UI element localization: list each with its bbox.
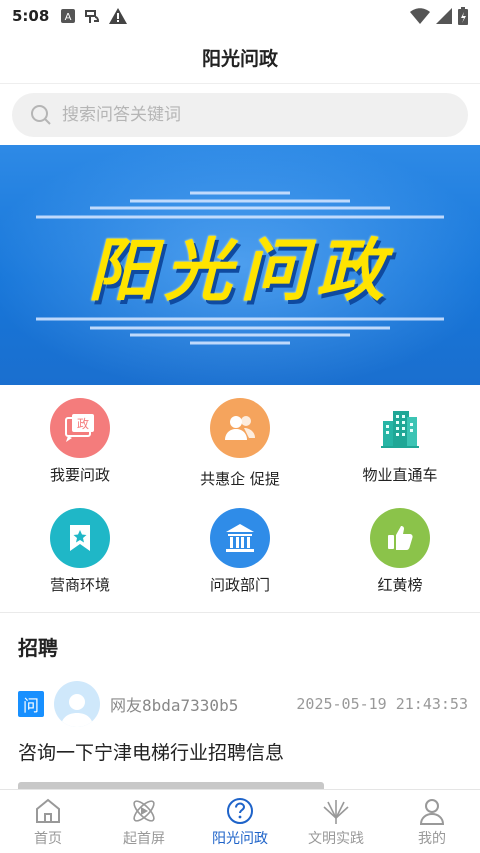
- grid-label: 共惠企 促提: [200, 470, 280, 488]
- grid-label: 我要问政: [49, 466, 110, 484]
- font-a-icon: A: [61, 9, 76, 23]
- grid-item-enterprise[interactable]: 共惠企 促提: [170, 398, 310, 489]
- petition-icon: 政: [50, 398, 110, 458]
- tab-label: 文明实践: [308, 830, 364, 847]
- banner[interactable]: 阳光问政: [0, 145, 480, 385]
- tab-label: 起首屏: [123, 830, 165, 847]
- post-username: 网友8bda7330b5: [110, 696, 239, 715]
- svg-text:政: 政: [77, 417, 89, 431]
- tab-label: 阳光问政: [212, 830, 268, 847]
- tab-label: 我的: [418, 830, 446, 847]
- grid-item-departments[interactable]: 问政部门: [170, 508, 310, 595]
- home-icon: [36, 798, 60, 823]
- status-bar: 5:08 A: [0, 0, 480, 32]
- grid-item-ranking[interactable]: 红黄榜: [330, 508, 470, 595]
- system-icons: [410, 7, 468, 25]
- tab-home[interactable]: 首页: [0, 790, 96, 853]
- atom-play-icon: [133, 799, 155, 822]
- signal-icon: [436, 8, 452, 24]
- avatar[interactable]: [54, 681, 100, 727]
- banner-title: 阳光问政: [87, 232, 392, 311]
- people-icon: [210, 398, 270, 458]
- bottom-tab-bar: 首页 起首屏 阳光问政 文明实践 我的: [0, 789, 480, 853]
- grid-label: 物业直通车: [362, 466, 438, 484]
- grid-item-business[interactable]: 营商环境: [10, 508, 150, 595]
- warning-icon: [109, 8, 128, 24]
- tab-mine[interactable]: 我的: [384, 790, 480, 853]
- notification-icons: A: [61, 7, 128, 25]
- grid-label: 红黄榜: [377, 576, 423, 594]
- user-icon: [419, 798, 445, 825]
- divider: [0, 612, 480, 613]
- tab-qishouping[interactable]: 起首屏: [96, 790, 192, 853]
- search-input[interactable]: [62, 105, 442, 125]
- user-avatar-icon: [61, 694, 93, 727]
- tab-civilization[interactable]: 文明实践: [288, 790, 384, 853]
- bank-icon: [210, 508, 270, 568]
- tab-sunshine[interactable]: 阳光问政: [192, 790, 288, 853]
- search-icon: [31, 105, 51, 125]
- post-header[interactable]: 问 网友8bda7330b5 2025-05-19 21:43:53: [18, 678, 468, 730]
- grid-label: 营商环境: [49, 576, 110, 594]
- app-notification-icon: [85, 10, 100, 23]
- section-title[interactable]: 招聘: [18, 632, 58, 661]
- grid-item-petition[interactable]: 政 我要问政: [10, 398, 150, 485]
- page-title: 阳光问政: [0, 32, 480, 84]
- search-bar[interactable]: [12, 93, 468, 137]
- wifi-icon: [410, 8, 430, 24]
- thumbs-up-icon: [370, 508, 430, 568]
- star-bookmark-icon: [50, 508, 110, 568]
- svg-text:A: A: [65, 12, 72, 23]
- grid-label: 问政部门: [209, 576, 270, 594]
- post-question[interactable]: 咨询一下宁津电梯行业招聘信息: [18, 738, 284, 765]
- question-circle-icon: [227, 797, 253, 824]
- tab-label: 首页: [34, 830, 62, 847]
- status-time: 5:08: [12, 7, 50, 25]
- grid-item-property[interactable]: 物业直通车: [330, 398, 470, 485]
- post-time: 2025-05-19 21:43:53: [296, 695, 468, 713]
- battery-icon: [458, 7, 468, 25]
- building-icon: [370, 398, 430, 458]
- fan-icon: [323, 799, 349, 824]
- question-badge: 问: [18, 691, 44, 717]
